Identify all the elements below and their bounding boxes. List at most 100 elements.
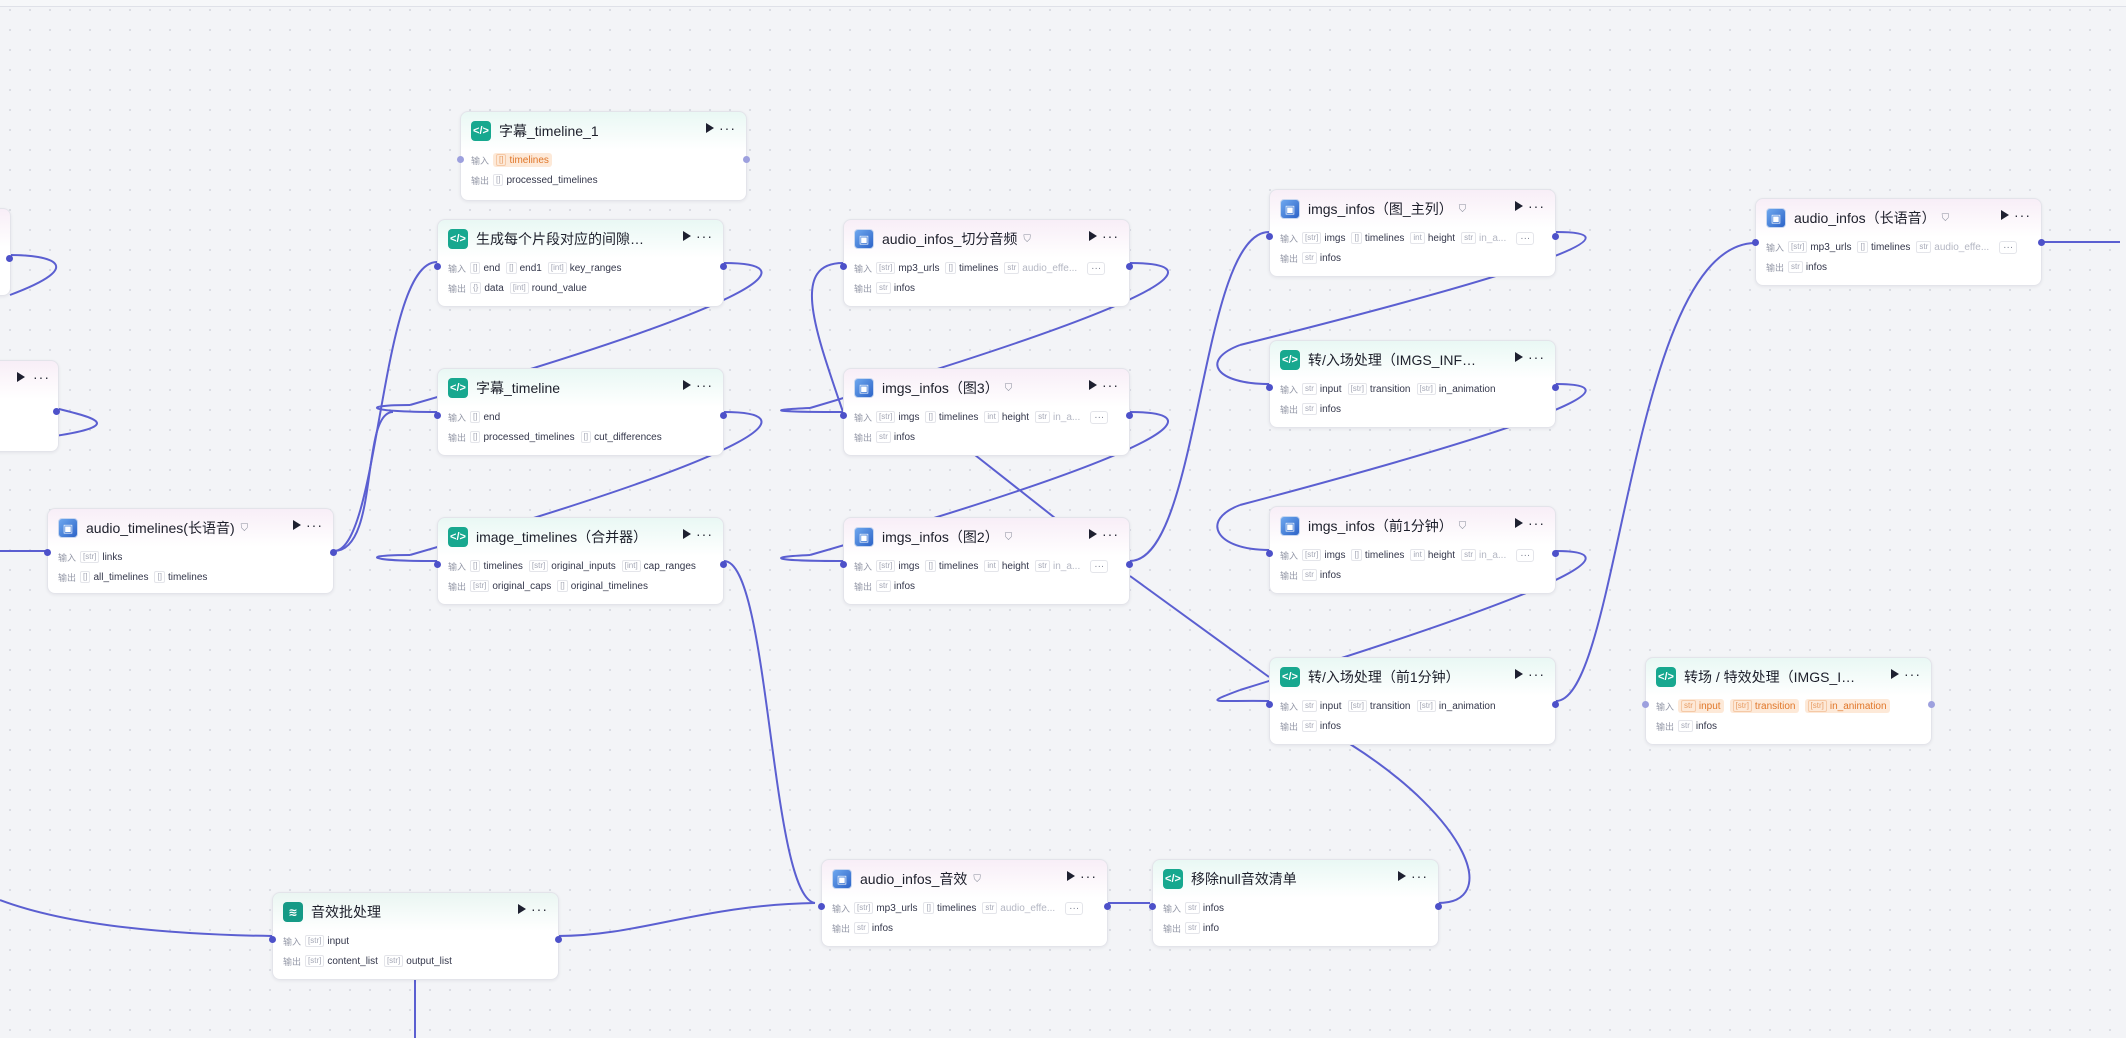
run-button[interactable] bbox=[293, 520, 301, 530]
more-inputs-button[interactable]: ··· bbox=[1516, 231, 1535, 245]
node-audio-timelines-long[interactable]: ▣ audio_timelines(长语音) ⛉ ··· 输入 [str] lin… bbox=[44, 508, 337, 594]
more-menu-button[interactable]: ··· bbox=[1528, 350, 1545, 364]
more-menu-button[interactable]: ··· bbox=[1080, 869, 1097, 883]
output-port[interactable] bbox=[1104, 903, 1111, 910]
output-port[interactable] bbox=[1126, 263, 1133, 270]
node-audio-infos-long[interactable]: ▣ audio_infos（长语音） ⛉ ··· 输入 [str] mp3_url… bbox=[1752, 198, 2045, 286]
input-port[interactable] bbox=[457, 156, 464, 163]
node-audio-infos-cut[interactable]: ▣ audio_infos_切分音频 ⛉ ··· 输入 [str] mp3_url… bbox=[840, 219, 1133, 307]
run-button[interactable] bbox=[1089, 380, 1097, 390]
node-sfx-batch[interactable]: ≋ 音效批处理 ··· 输入 [str] input 输出 [str] conten… bbox=[269, 892, 562, 980]
more-menu-button[interactable]: ··· bbox=[1904, 667, 1921, 681]
input-port[interactable] bbox=[840, 561, 847, 568]
input-port[interactable] bbox=[434, 412, 441, 419]
run-button[interactable] bbox=[1398, 871, 1406, 881]
input-port[interactable] bbox=[1266, 384, 1273, 391]
more-menu-button[interactable]: ··· bbox=[1528, 516, 1545, 530]
more-inputs-button[interactable]: ··· bbox=[1087, 261, 1106, 275]
output-port[interactable] bbox=[1928, 701, 1935, 708]
node-remove-null-sfx[interactable]: </> 移除null音效清单 ··· 输入 str infos 输出 str inf… bbox=[1149, 859, 1442, 947]
output-port[interactable] bbox=[555, 936, 562, 943]
output-port[interactable] bbox=[6, 255, 13, 262]
more-menu-button[interactable]: ··· bbox=[531, 902, 548, 916]
input-port[interactable] bbox=[840, 412, 847, 419]
input-port[interactable] bbox=[1266, 233, 1273, 240]
more-inputs-button[interactable]: ··· bbox=[1999, 240, 2018, 254]
more-menu-button[interactable]: ··· bbox=[1528, 667, 1545, 681]
run-button[interactable] bbox=[706, 123, 714, 133]
more-menu-button[interactable]: ··· bbox=[1102, 527, 1119, 541]
node-imgs-infos-3[interactable]: ▣ imgs_infos（图3） ⛉ ··· 输入 [str] imgs [] ti… bbox=[840, 368, 1133, 456]
input-port[interactable] bbox=[818, 903, 825, 910]
more-menu-button[interactable]: ··· bbox=[2014, 208, 2031, 222]
output-port[interactable] bbox=[330, 549, 337, 556]
node-zimu-timeline-1[interactable]: </> 字幕_timeline_1 ··· 输入 [] timelines 输出 … bbox=[457, 111, 750, 201]
output-port[interactable] bbox=[1435, 903, 1442, 910]
output-port[interactable] bbox=[743, 156, 750, 163]
node-transition-first-minute[interactable]: </> 转/入场处理（前1分钟） ··· 输入 str input [str] tr… bbox=[1266, 657, 1559, 745]
more-menu-button[interactable]: ··· bbox=[1411, 869, 1428, 883]
run-button[interactable] bbox=[683, 529, 691, 539]
input-port[interactable] bbox=[269, 936, 276, 943]
node-transition-imgs-infos-1[interactable]: </> 转/入场处理（IMGS_INFOS）_1 ··· 输入 strinput… bbox=[1266, 340, 1559, 428]
partial-node-left-b[interactable]: ··· bbox=[0, 360, 60, 452]
run-button[interactable] bbox=[1067, 871, 1075, 881]
node-imgs-infos-first-minute[interactable]: ▣ imgs_infos（前1分钟） ⛉ ··· 输入 [str] imgs []… bbox=[1266, 506, 1559, 594]
output-port[interactable] bbox=[1552, 701, 1559, 708]
node-transition-effects[interactable]: </> 转场 / 特效处理（IMGS_INFOS··· ··· 输入 strin… bbox=[1642, 657, 1935, 745]
node-imgs-infos-main[interactable]: ▣ imgs_infos（图_主列） ⛉ ··· 输入 [str] imgs []… bbox=[1266, 189, 1559, 277]
run-button[interactable] bbox=[2001, 210, 2009, 220]
more-menu-button[interactable]: ··· bbox=[696, 527, 713, 541]
more-menu-button[interactable]: ··· bbox=[696, 378, 713, 392]
output-port[interactable] bbox=[720, 263, 727, 270]
run-button[interactable] bbox=[1891, 669, 1899, 679]
run-button[interactable] bbox=[1515, 201, 1523, 211]
output-port[interactable] bbox=[1552, 233, 1559, 240]
output-port[interactable] bbox=[720, 561, 727, 568]
input-param: [str] transition bbox=[1347, 383, 1411, 395]
input-port[interactable] bbox=[1266, 701, 1273, 708]
run-button[interactable] bbox=[1515, 669, 1523, 679]
run-button[interactable] bbox=[683, 380, 691, 390]
output-port[interactable] bbox=[1552, 384, 1559, 391]
node-audio-infos-sfx[interactable]: ▣ audio_infos_音效 ⛉ ··· 输入 [str] mp3_urls … bbox=[818, 859, 1111, 947]
more-inputs-button[interactable]: ··· bbox=[1090, 410, 1109, 424]
input-port[interactable] bbox=[1149, 903, 1156, 910]
more-inputs-button[interactable]: ··· bbox=[1065, 901, 1084, 915]
more-menu-button[interactable]: ··· bbox=[1528, 199, 1545, 213]
output-port[interactable] bbox=[720, 412, 727, 419]
output-port[interactable] bbox=[2038, 239, 2045, 246]
run-button[interactable] bbox=[683, 231, 691, 241]
input-port[interactable] bbox=[1642, 701, 1649, 708]
run-button[interactable] bbox=[1089, 529, 1097, 539]
more-inputs-button[interactable]: ··· bbox=[1516, 548, 1535, 562]
input-port[interactable] bbox=[434, 263, 441, 270]
plugin-icon: ▣ bbox=[58, 518, 78, 538]
run-button[interactable] bbox=[1515, 352, 1523, 362]
input-port[interactable] bbox=[1752, 239, 1759, 246]
run-button[interactable] bbox=[1515, 518, 1523, 528]
node-zimu-timeline[interactable]: </> 字幕_timeline ··· 输入 [] end 输出 [] proces… bbox=[434, 368, 727, 456]
more-menu-button[interactable]: ··· bbox=[1102, 229, 1119, 243]
node-image-timelines-merger[interactable]: </> image_timelines（合并器） ··· 输入 [] timeli… bbox=[434, 517, 727, 605]
run-button[interactable] bbox=[1089, 231, 1097, 241]
input-port[interactable] bbox=[1266, 550, 1273, 557]
output-port[interactable] bbox=[1126, 561, 1133, 568]
input-port[interactable] bbox=[434, 561, 441, 568]
node-imgs-infos-2[interactable]: ▣ imgs_infos（图2） ⛉ ··· 输入 [str] imgs [] ti… bbox=[840, 517, 1133, 605]
output-port[interactable] bbox=[1552, 550, 1559, 557]
run-button[interactable] bbox=[518, 904, 526, 914]
more-inputs-button[interactable]: ··· bbox=[1090, 559, 1109, 573]
more-menu-button[interactable]: ··· bbox=[1102, 378, 1119, 392]
output-port[interactable] bbox=[1126, 412, 1133, 419]
input-port[interactable] bbox=[44, 549, 51, 556]
more-menu-button[interactable]: ··· bbox=[696, 229, 713, 243]
run-button[interactable] bbox=[17, 372, 25, 382]
partial-node-left-a[interactable] bbox=[0, 208, 13, 296]
output-port[interactable] bbox=[53, 408, 60, 415]
input-port[interactable] bbox=[840, 263, 847, 270]
node-gap-variable-generator[interactable]: </> 生成每个片段对应的间隙变量值 ··· 输入 []end []end1 [… bbox=[434, 219, 727, 307]
more-menu-button[interactable]: ··· bbox=[33, 370, 50, 384]
more-menu-button[interactable]: ··· bbox=[719, 121, 736, 135]
more-menu-button[interactable]: ··· bbox=[306, 518, 323, 532]
